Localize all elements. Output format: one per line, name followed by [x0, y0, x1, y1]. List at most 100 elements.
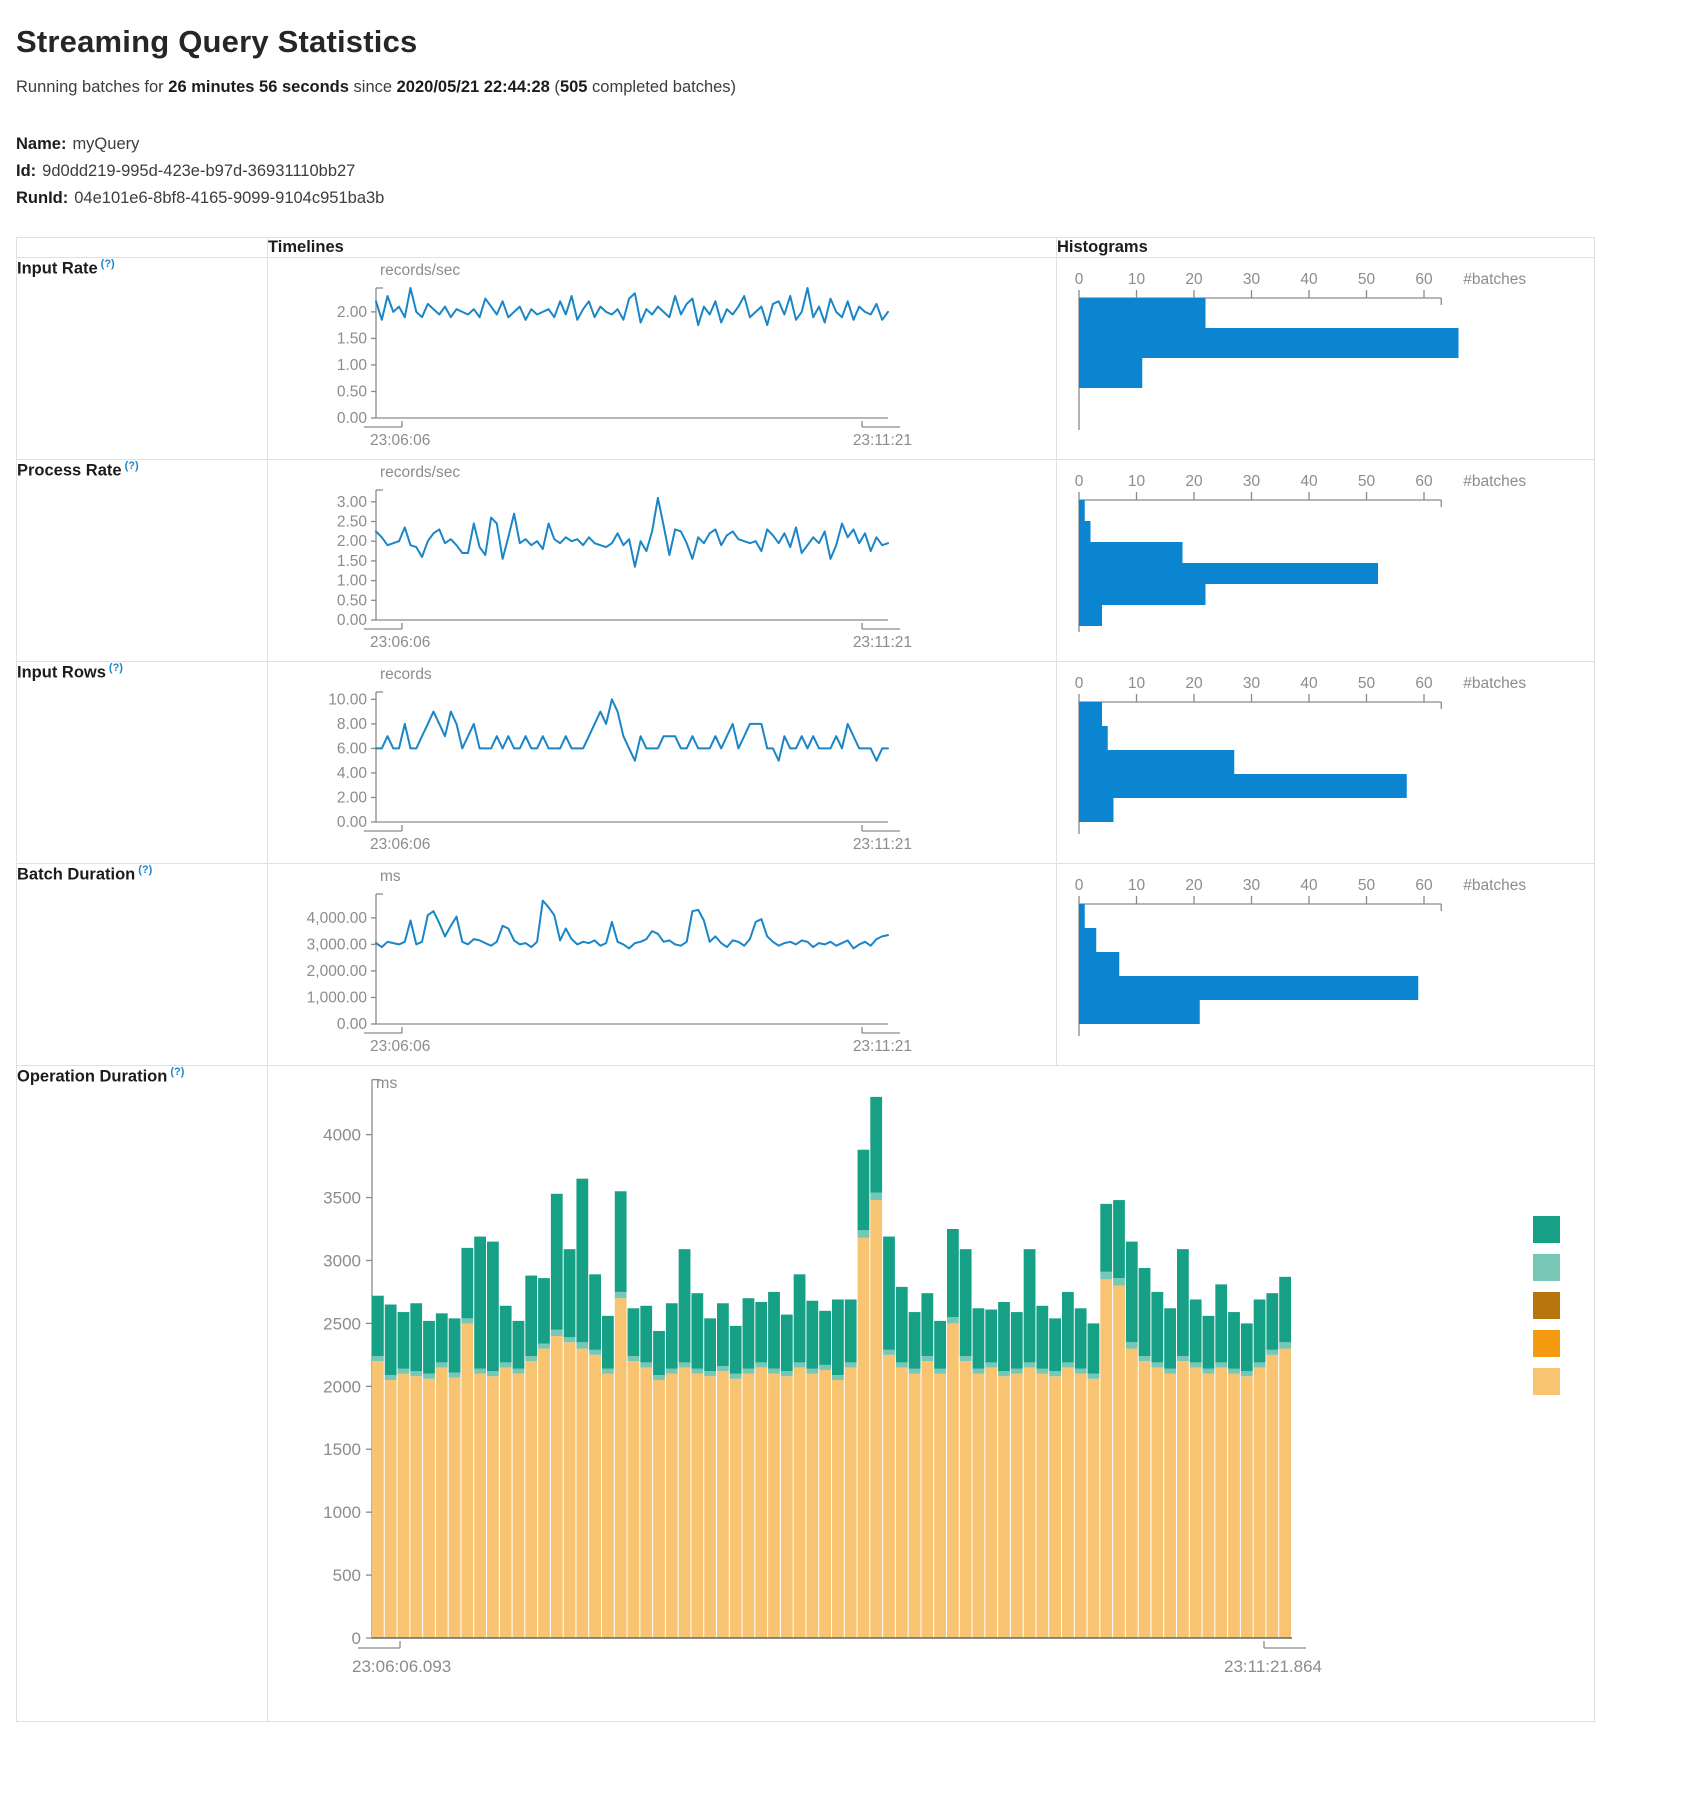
svg-text:6.00: 6.00 — [337, 740, 368, 757]
row-label-operation-duration: Operation Duration(?) — [17, 1065, 268, 1721]
svg-text:23:11:21: 23:11:21 — [853, 432, 912, 449]
svg-text:records/sec: records/sec — [380, 464, 460, 481]
svg-text:records: records — [380, 666, 432, 683]
svg-text:1500: 1500 — [323, 1440, 361, 1459]
row-label-input-rate: Input Rate(?) — [17, 257, 268, 459]
svg-text:0.00: 0.00 — [337, 814, 368, 831]
query-runid-line: RunId:04e101e6-8bf8-4165-9099-9104c951ba… — [16, 185, 1693, 212]
svg-text:30: 30 — [1243, 271, 1261, 288]
name-value: myQuery — [72, 135, 139, 153]
svg-text:40: 40 — [1300, 877, 1318, 894]
batch-duration-timeline-chart: ms0.001,000.002,000.003,000.004,000.0023… — [268, 864, 1056, 1065]
page-title: Streaming Query Statistics — [16, 24, 1693, 60]
svg-text:1,000.00: 1,000.00 — [307, 989, 368, 1006]
svg-text:0: 0 — [1075, 473, 1084, 490]
svg-text:1.00: 1.00 — [337, 572, 368, 589]
svg-text:50: 50 — [1358, 271, 1376, 288]
batch-duration-timeline-cell: ms0.001,000.002,000.003,000.004,000.0023… — [268, 863, 1057, 1065]
help-icon[interactable]: (?) — [109, 662, 123, 674]
query-name-line: Name: myQuery — [16, 131, 1693, 158]
svg-text:0: 0 — [1075, 877, 1084, 894]
input-rows-timeline-chart: records0.002.004.006.008.0010.0023:06:06… — [268, 662, 1056, 863]
svg-text:20: 20 — [1185, 271, 1203, 288]
header-timelines: Timelines — [268, 237, 1057, 257]
svg-text:4.00: 4.00 — [337, 765, 368, 782]
row-label-input-rows: Input Rows(?) — [17, 661, 268, 863]
query-id-line: Id:9d0dd219-995d-423e-b97d-36931110bb27 — [16, 158, 1693, 185]
svg-text:0.00: 0.00 — [337, 1016, 368, 1033]
svg-text:0: 0 — [1075, 271, 1084, 288]
header-empty — [17, 237, 268, 257]
svg-text:500: 500 — [333, 1566, 361, 1585]
svg-text:1.50: 1.50 — [337, 553, 368, 570]
svg-text:2.00: 2.00 — [337, 789, 368, 806]
svg-text:20: 20 — [1185, 675, 1203, 692]
svg-text:60: 60 — [1415, 877, 1433, 894]
legend-swatch — [1533, 1330, 1560, 1357]
svg-text:23:06:06.093: 23:06:06.093 — [352, 1657, 451, 1676]
svg-text:2500: 2500 — [323, 1314, 361, 1333]
svg-text:30: 30 — [1243, 877, 1261, 894]
svg-text:#batches: #batches — [1463, 877, 1526, 894]
svg-text:23:06:06: 23:06:06 — [370, 1038, 430, 1055]
svg-text:0: 0 — [352, 1629, 361, 1648]
svg-text:23:06:06: 23:06:06 — [370, 634, 430, 651]
input-rows-histogram-cell: 0102030405060#batches — [1057, 661, 1595, 863]
completed-batches-count: 505 — [560, 78, 588, 96]
svg-text:0.50: 0.50 — [337, 383, 368, 400]
process-rate-histogram-chart: 0102030405060#batches — [1057, 460, 1594, 661]
streaming-query-statistics-page: { "page": { "title": "Streaming Query St… — [0, 0, 1693, 1752]
runid-label: RunId: — [16, 189, 68, 207]
input-rate-timeline-chart: records/sec0.000.501.001.502.0023:06:062… — [268, 258, 1056, 459]
legend-swatch — [1533, 1216, 1560, 1243]
svg-text:2.50: 2.50 — [337, 513, 368, 530]
help-icon[interactable]: (?) — [125, 460, 139, 472]
legend-swatch — [1533, 1254, 1560, 1281]
input-rows-timeline-cell: records0.002.004.006.008.0010.0023:06:06… — [268, 661, 1057, 863]
svg-text:40: 40 — [1300, 271, 1318, 288]
svg-text:50: 50 — [1358, 877, 1376, 894]
svg-text:0.00: 0.00 — [337, 612, 368, 629]
id-label: Id: — [16, 162, 36, 180]
help-icon[interactable]: (?) — [138, 864, 152, 876]
svg-text:3500: 3500 — [323, 1188, 361, 1207]
batch-duration-histogram-cell: 0102030405060#batches — [1057, 863, 1595, 1065]
svg-text:#batches: #batches — [1463, 271, 1526, 288]
svg-text:40: 40 — [1300, 675, 1318, 692]
svg-text:30: 30 — [1243, 675, 1261, 692]
svg-text:23:11:21.864: 23:11:21.864 — [1224, 1657, 1322, 1676]
svg-text:23:11:21: 23:11:21 — [853, 836, 912, 853]
svg-text:23:06:06: 23:06:06 — [370, 836, 430, 853]
svg-text:50: 50 — [1358, 675, 1376, 692]
help-icon[interactable]: (?) — [101, 258, 115, 270]
table-row: Batch Duration(?) ms0.001,000.002,000.00… — [17, 863, 1595, 1065]
svg-text:60: 60 — [1415, 675, 1433, 692]
svg-text:3,000.00: 3,000.00 — [307, 936, 368, 953]
svg-text:4,000.00: 4,000.00 — [307, 910, 368, 927]
header-histograms: Histograms — [1057, 237, 1595, 257]
svg-text:0.50: 0.50 — [337, 592, 368, 609]
running-batches-summary: Running batches for 26 minutes 56 second… — [16, 78, 1693, 97]
table-header-row: Timelines Histograms — [17, 237, 1595, 257]
name-label: Name: — [16, 135, 66, 153]
svg-text:10: 10 — [1128, 271, 1146, 288]
svg-text:3.00: 3.00 — [337, 493, 368, 510]
svg-text:1000: 1000 — [323, 1503, 361, 1522]
svg-text:1.00: 1.00 — [337, 357, 368, 374]
process-rate-timeline-cell: records/sec0.000.501.001.502.002.503.002… — [268, 459, 1057, 661]
legend-swatch — [1533, 1368, 1560, 1395]
batch-duration-histogram-chart: 0102030405060#batches — [1057, 864, 1594, 1065]
process-rate-timeline-chart: records/sec0.000.501.001.502.002.503.002… — [268, 460, 1056, 661]
svg-text:1.50: 1.50 — [337, 330, 368, 347]
svg-text:60: 60 — [1415, 271, 1433, 288]
svg-text:10: 10 — [1128, 675, 1146, 692]
help-icon[interactable]: (?) — [170, 1066, 184, 1078]
svg-text:10: 10 — [1128, 877, 1146, 894]
input-rate-histogram-cell: 0 10 20 30 40 50 60 #batches — [1057, 257, 1595, 459]
row-label-batch-duration: Batch Duration(?) — [17, 863, 268, 1065]
start-time: 2020/05/21 22:44:28 — [397, 78, 550, 96]
svg-text:60: 60 — [1415, 473, 1433, 490]
svg-text:10: 10 — [1128, 473, 1146, 490]
svg-text:#batches: #batches — [1463, 473, 1526, 490]
svg-text:3000: 3000 — [323, 1251, 361, 1270]
